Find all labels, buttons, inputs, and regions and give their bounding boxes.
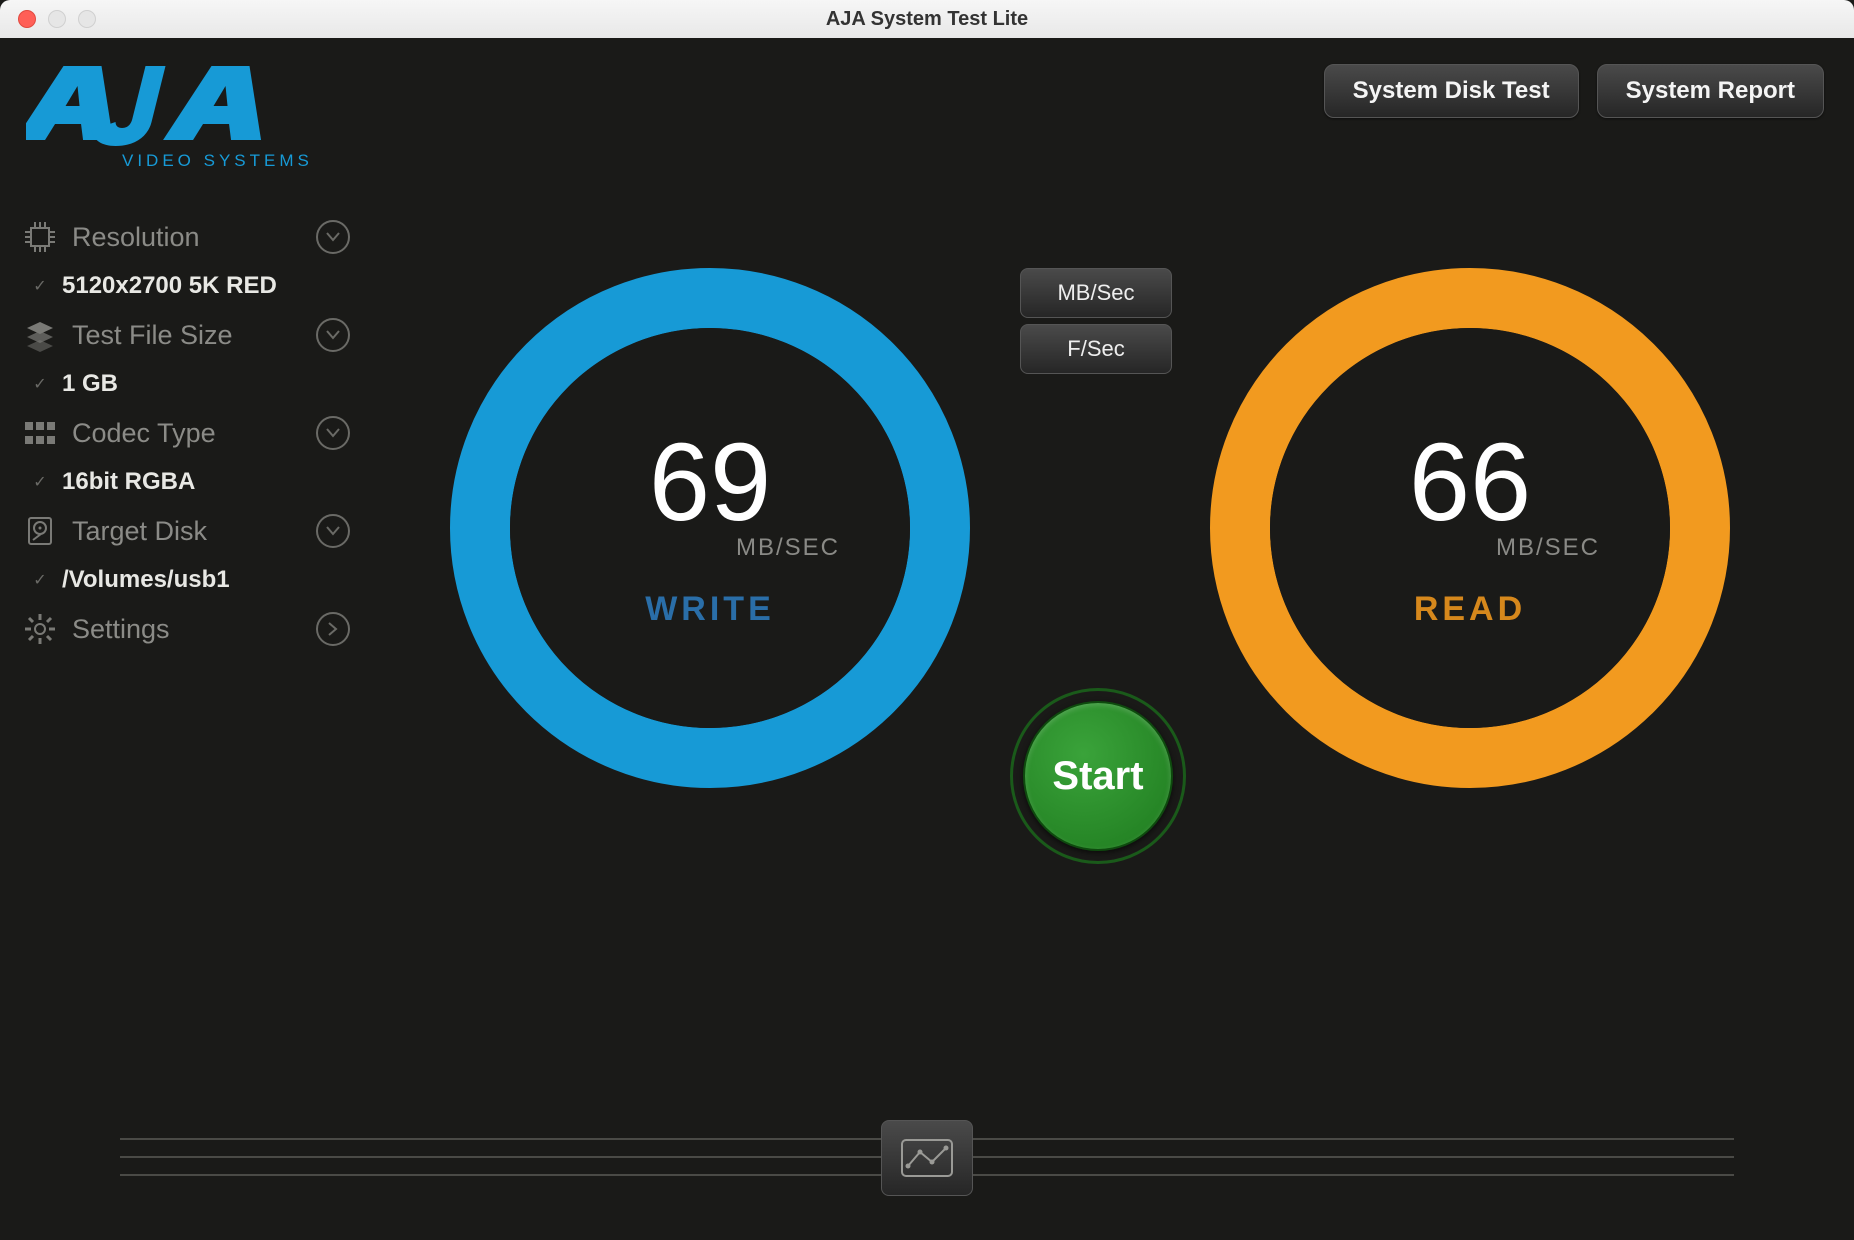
sidebar-value-disk: ✓ /Volumes/usb1 bbox=[20, 558, 350, 602]
write-gauge-inner: 69 MB/SEC WRITE bbox=[510, 328, 910, 728]
write-gauge: 69 MB/SEC WRITE bbox=[450, 268, 970, 788]
graph-strip bbox=[120, 1120, 1734, 1200]
check-icon: ✓ bbox=[28, 472, 52, 492]
resolution-value: 5120x2700 5K RED bbox=[62, 272, 277, 300]
check-icon: ✓ bbox=[28, 374, 52, 394]
chevron-right-icon bbox=[316, 612, 350, 646]
sidebar-item-filesize[interactable]: Test File Size bbox=[20, 308, 350, 362]
chevron-down-icon bbox=[316, 416, 350, 450]
window-title: AJA System Test Lite bbox=[0, 8, 1854, 31]
read-gauge-inner: 66 MB/SEC READ bbox=[1270, 328, 1670, 728]
read-speed-unit: MB/SEC bbox=[1496, 534, 1600, 562]
blocks-icon bbox=[20, 413, 60, 453]
write-gauge-label: WRITE bbox=[645, 590, 775, 629]
check-icon: ✓ bbox=[28, 570, 52, 590]
filesize-value: 1 GB bbox=[62, 370, 118, 398]
top-buttons: System Disk Test System Report bbox=[1324, 64, 1824, 118]
system-report-button[interactable]: System Report bbox=[1597, 64, 1824, 118]
aja-logo: VIDEO SYSTEMS bbox=[26, 56, 336, 176]
disk-icon bbox=[20, 511, 60, 551]
unit-mbsec-button[interactable]: MB/Sec bbox=[1020, 268, 1172, 318]
graph-toggle-button[interactable] bbox=[881, 1120, 973, 1196]
system-disk-test-button[interactable]: System Disk Test bbox=[1324, 64, 1579, 118]
sidebar-item-label: Target Disk bbox=[72, 516, 316, 547]
chevron-down-icon bbox=[316, 318, 350, 352]
sidebar-item-label: Resolution bbox=[72, 222, 316, 253]
layers-icon bbox=[20, 315, 60, 355]
gear-icon bbox=[20, 609, 60, 649]
window-titlebar: AJA System Test Lite bbox=[0, 0, 1854, 38]
sidebar-item-settings[interactable]: Settings bbox=[20, 602, 350, 656]
chevron-down-icon bbox=[316, 514, 350, 548]
disk-value: /Volumes/usb1 bbox=[62, 566, 230, 594]
sidebar-item-label: Test File Size bbox=[72, 320, 316, 351]
unit-fsec-button[interactable]: F/Sec bbox=[1020, 324, 1172, 374]
codec-value: 16bit RGBA bbox=[62, 468, 195, 496]
unit-toggle: MB/Sec F/Sec bbox=[1020, 268, 1172, 374]
read-speed-value: 66 bbox=[1409, 428, 1531, 538]
write-speed-unit: MB/SEC bbox=[736, 534, 840, 562]
sidebar-value-codec: ✓ 16bit RGBA bbox=[20, 460, 350, 504]
sidebar-item-label: Settings bbox=[72, 614, 316, 645]
check-icon: ✓ bbox=[28, 276, 52, 296]
sidebar: Resolution ✓ 5120x2700 5K RED Test File … bbox=[20, 210, 350, 656]
sidebar-value-filesize: ✓ 1 GB bbox=[20, 362, 350, 406]
write-speed-value: 69 bbox=[649, 428, 771, 538]
sidebar-item-disk[interactable]: Target Disk bbox=[20, 504, 350, 558]
chip-icon bbox=[20, 217, 60, 257]
sidebar-item-label: Codec Type bbox=[72, 418, 316, 449]
read-gauge: 66 MB/SEC READ bbox=[1210, 268, 1730, 788]
start-button-ring: Start bbox=[1010, 688, 1186, 864]
line-chart-icon bbox=[900, 1138, 954, 1178]
sidebar-value-resolution: ✓ 5120x2700 5K RED bbox=[20, 264, 350, 308]
app-body: VIDEO SYSTEMS System Disk Test System Re… bbox=[0, 38, 1854, 1240]
sidebar-item-codec[interactable]: Codec Type bbox=[20, 406, 350, 460]
aja-logo-icon: VIDEO SYSTEMS bbox=[26, 56, 336, 176]
start-button[interactable]: Start bbox=[1023, 701, 1173, 851]
chevron-down-icon bbox=[316, 220, 350, 254]
gauges-area: MB/Sec F/Sec 69 MB/SEC WRITE 66 MB/SEC R… bbox=[380, 198, 1824, 888]
sidebar-item-resolution[interactable]: Resolution bbox=[20, 210, 350, 264]
read-gauge-label: READ bbox=[1414, 590, 1526, 629]
logo-tagline: VIDEO SYSTEMS bbox=[122, 151, 313, 170]
